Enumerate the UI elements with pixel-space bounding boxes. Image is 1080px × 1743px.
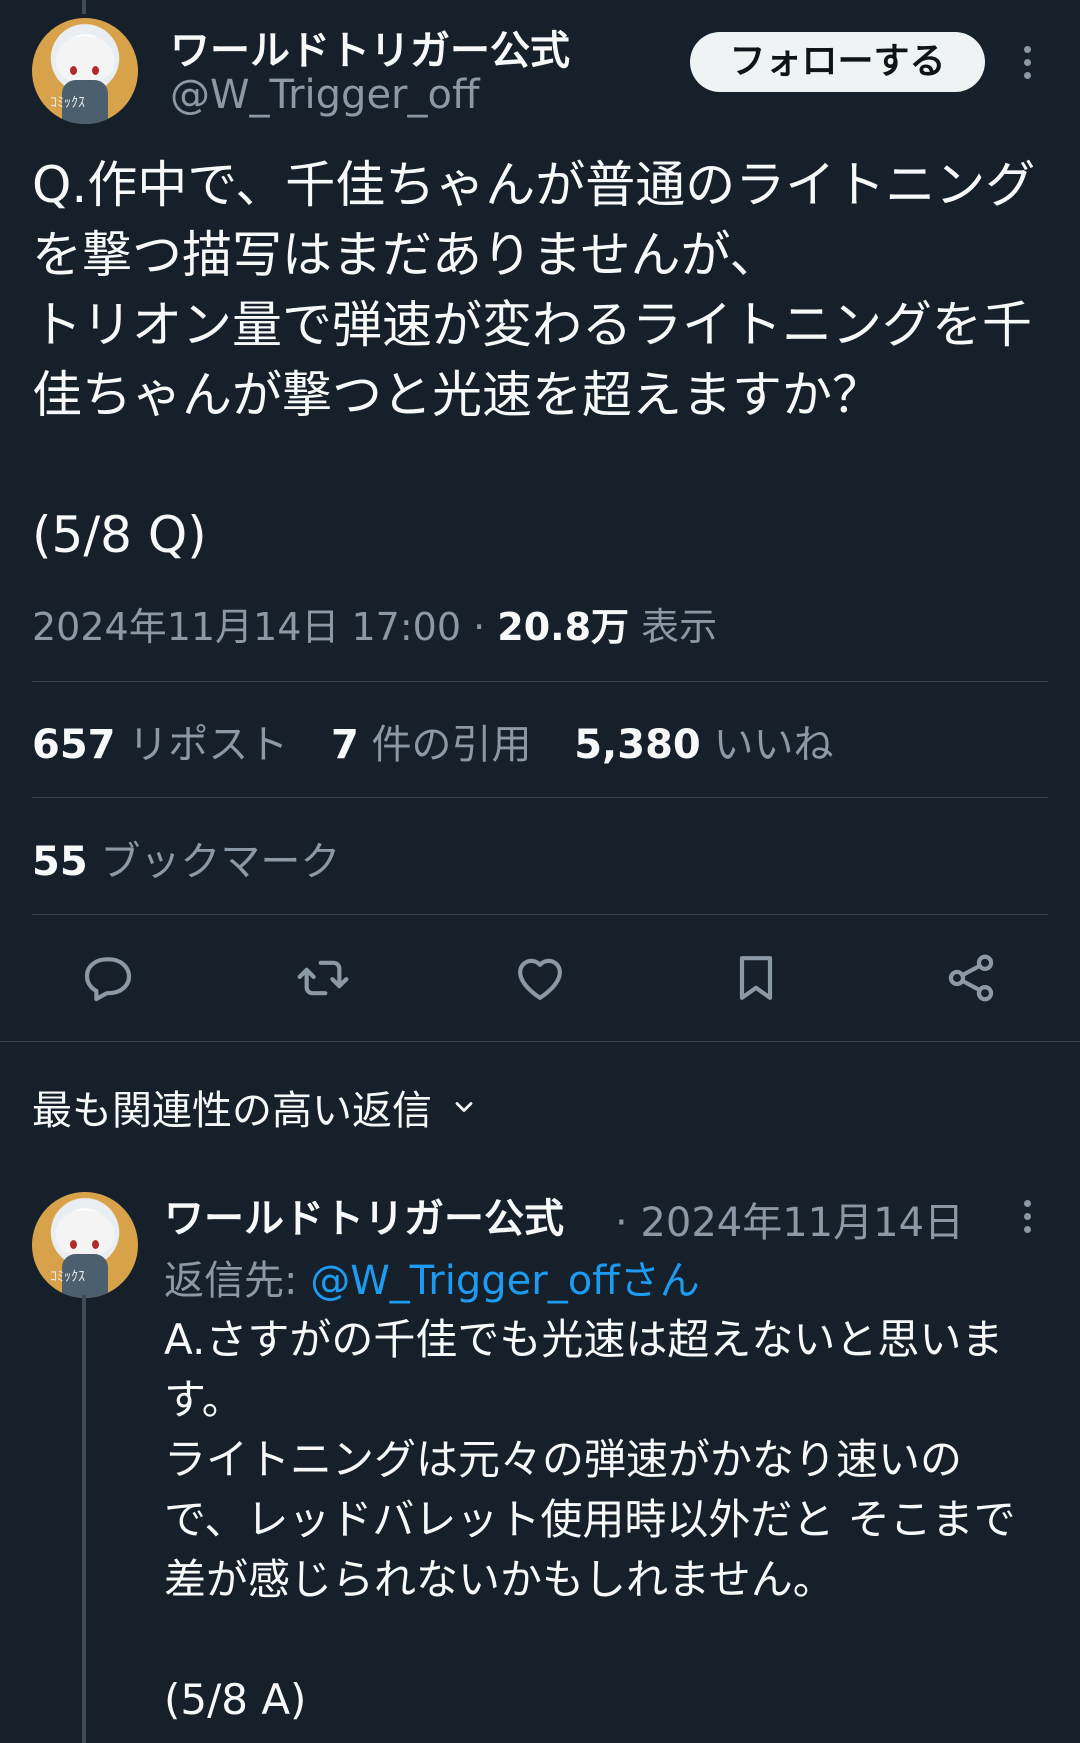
like-icon[interactable] xyxy=(512,950,568,1006)
reply-text: A.さすがの千佳でも光速は超えないと思います。 ライトニングは元々の弾速がかなり… xyxy=(164,1315,1016,1724)
reposts-count: 657 xyxy=(32,722,116,768)
quotes-stat[interactable]: 7 件の引用 xyxy=(331,722,532,768)
likes-count: 5,380 xyxy=(574,722,701,768)
author-handle[interactable]: @W_Trigger_off xyxy=(170,72,480,118)
reply-author-display-name[interactable]: ワールドトリガー公式 xyxy=(164,1186,564,1244)
follow-button[interactable]: フォローする xyxy=(690,32,985,92)
meta-separator: · xyxy=(473,605,486,649)
likes-stat[interactable]: 5,380 いいね xyxy=(574,722,833,768)
engagement-stats: 657 リポスト 7 件の引用 5,380 いいね xyxy=(32,712,863,770)
reply-timestamp[interactable]: · 2024年11月14日 xyxy=(615,1190,964,1248)
views-count: 20.8万 xyxy=(497,605,630,649)
reply-to-mention-link[interactable]: @W_Trigger_offさん xyxy=(310,1258,700,1304)
reply-icon[interactable] xyxy=(80,950,136,1006)
views-label: 表示 xyxy=(641,605,718,649)
divider xyxy=(32,914,1048,915)
repost-icon[interactable] xyxy=(295,950,351,1006)
share-icon[interactable] xyxy=(943,950,999,1006)
replies-sort-dropdown[interactable]: 最も関連性の高い返信 xyxy=(32,1078,478,1136)
bookmark-icon[interactable] xyxy=(728,950,784,1006)
reply-author-avatar[interactable]: ｺﾐｯｸｽ xyxy=(32,1192,138,1298)
replies-sort-label: 最も関連性の高い返信 xyxy=(32,1088,432,1134)
tweet-text: Q.作中で、千佳ちゃんが普通のライトニングを撃つ描写はまだありませんが、 トリオ… xyxy=(32,156,1036,564)
divider xyxy=(0,1041,1080,1042)
quotes-label: 件の引用 xyxy=(371,722,532,768)
likes-label: いいね xyxy=(713,722,834,768)
reply-to-label: 返信先: xyxy=(164,1258,298,1304)
bookmarks-label: ブックマーク xyxy=(100,839,341,885)
divider xyxy=(32,797,1048,798)
reposts-label: リポスト xyxy=(128,722,289,768)
thread-connector-top xyxy=(82,0,86,14)
tweet-meta: 2024年11月14日 17:00 · 20.8万 表示 xyxy=(32,596,717,651)
bookmarks-count: 55 xyxy=(32,839,88,885)
author-avatar[interactable]: ｺﾐｯｸｽ xyxy=(32,18,138,124)
chevron-down-icon xyxy=(455,1102,473,1112)
reply-to-line: 返信先: @W_Trigger_offさん xyxy=(164,1248,700,1306)
author-display-name[interactable]: ワールドトリガー公式 xyxy=(170,18,570,76)
thread-connector xyxy=(82,1295,86,1743)
tweet-timestamp[interactable]: 2024年11月14日 17:00 xyxy=(32,605,461,649)
quotes-count: 7 xyxy=(330,722,359,768)
bookmarks-stat[interactable]: 55 ブックマーク xyxy=(32,829,340,887)
reply-more-options-icon[interactable] xyxy=(1015,1200,1039,1233)
more-options-icon[interactable] xyxy=(1015,46,1039,79)
reposts-stat[interactable]: 657 リポスト xyxy=(32,722,288,768)
divider xyxy=(32,681,1048,682)
